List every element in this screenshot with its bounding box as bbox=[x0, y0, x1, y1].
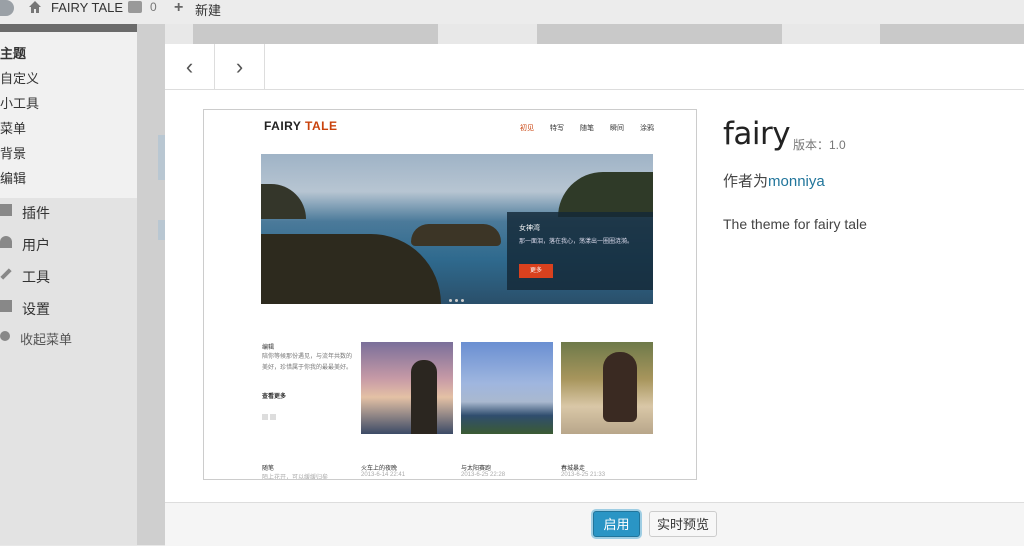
submenu-item-customize[interactable]: 自定义 bbox=[0, 68, 39, 87]
screenshot-nav-item: 初见 bbox=[520, 125, 534, 132]
wordpress-logo-icon[interactable] bbox=[0, 0, 14, 16]
menu-item-tools[interactable]: 工具 bbox=[0, 262, 137, 290]
settings-icon bbox=[0, 300, 12, 312]
next-theme-button[interactable]: › bbox=[215, 44, 265, 89]
submenu-item-editor[interactable]: 编辑 bbox=[0, 168, 26, 187]
submenu-item-widgets[interactable]: 小工具 bbox=[0, 93, 39, 112]
background-theme-grid bbox=[137, 24, 165, 545]
hero-island bbox=[411, 224, 501, 246]
comment-icon[interactable] bbox=[128, 1, 142, 13]
blurb-title: 编辑 bbox=[262, 345, 275, 351]
menu-item-label: 插件 bbox=[22, 205, 50, 221]
users-icon bbox=[0, 236, 12, 248]
blurb-more-link: 查看更多 bbox=[262, 394, 287, 400]
submenu-item-menus[interactable]: 菜单 bbox=[0, 118, 26, 137]
plugin-icon bbox=[0, 204, 12, 216]
menu-item-label: 工具 bbox=[22, 269, 50, 285]
hero-hill bbox=[558, 172, 653, 217]
collapse-menu-label: 收起菜单 bbox=[20, 332, 73, 347]
modal-footer: 启用 实时预览 bbox=[165, 502, 1024, 546]
thumbnail-person bbox=[411, 360, 437, 434]
menu-item-plugins[interactable]: 插件 bbox=[0, 198, 137, 226]
post-meta: 2013-6-14 22:41 bbox=[361, 472, 406, 478]
background-highlight bbox=[158, 135, 165, 180]
menu-active-bar bbox=[0, 24, 137, 32]
screenshot-logo: FAIRY TALE bbox=[264, 119, 338, 133]
site-name-link[interactable]: FAIRY TALE bbox=[51, 0, 123, 15]
hero-more-button: 更多 bbox=[519, 264, 553, 278]
author-prefix: 作者为 bbox=[723, 173, 769, 190]
tools-icon bbox=[0, 268, 12, 280]
background-theme-card bbox=[537, 24, 782, 44]
theme-version: 版本：1.0 bbox=[793, 138, 846, 152]
photo-thumbnail bbox=[561, 342, 653, 434]
plus-icon[interactable]: + bbox=[174, 0, 183, 16]
thumbnail-person bbox=[603, 352, 637, 422]
screenshot-nav-item: 特写 bbox=[550, 125, 564, 132]
activate-button[interactable]: 启用 bbox=[593, 511, 640, 537]
theme-author: 作者为monniya bbox=[723, 170, 825, 191]
menu-item-label: 设置 bbox=[22, 301, 50, 317]
hero-hill bbox=[261, 184, 306, 219]
admin-bar: FAIRY TALE 0 + 新建 bbox=[0, 0, 1024, 24]
menu-item-settings[interactable]: 设置 bbox=[0, 294, 137, 322]
theme-details-modal: ‹ › FAIRY TALE 初见 特写 随笔 瞬间 涂鸦 女神湾 那一面泪，落… bbox=[165, 44, 1024, 546]
post-meta: 2013-6-25 22:28 bbox=[461, 472, 506, 478]
background-theme-card bbox=[880, 24, 1024, 44]
photo-thumbnail bbox=[361, 342, 453, 434]
theme-name: fairy bbox=[723, 116, 791, 152]
menu-item-label: 用户 bbox=[22, 237, 50, 253]
home-icon[interactable] bbox=[28, 0, 42, 14]
theme-screenshot: FAIRY TALE 初见 特写 随笔 瞬间 涂鸦 女神湾 那一面泪，落在我心，… bbox=[203, 109, 697, 480]
post-title: 火车上的夜晚 bbox=[361, 466, 398, 472]
post-meta: 2013-6-25 21:33 bbox=[561, 472, 606, 478]
hero-caption-title: 女神湾 bbox=[519, 225, 540, 232]
post-title: 春城暴走 bbox=[561, 466, 586, 472]
previous-theme-button[interactable]: ‹ bbox=[165, 44, 215, 89]
blurb-text: 陪你等候那份遇见，与流年共数的美好，珍惜属于你我的最最美好。 bbox=[262, 354, 353, 371]
screenshot-nav-item: 瞬间 bbox=[610, 125, 624, 132]
appearance-submenu: 主题 自定义 小工具 菜单 背景 编辑 bbox=[0, 32, 137, 198]
hero-caption-text: 那一面泪，落在我心，荡漾出一圈圈涟漪。 bbox=[519, 239, 634, 245]
submenu-item-themes[interactable]: 主题 bbox=[0, 43, 26, 62]
screenshot-nav-item: 涂鸦 bbox=[640, 125, 654, 132]
author-link[interactable]: monniya bbox=[768, 173, 825, 190]
blurb-pager bbox=[262, 407, 282, 420]
screenshot-hero-image: 女神湾 那一面泪，落在我心，荡漾出一圈圈涟漪。 更多 bbox=[261, 154, 653, 304]
photo-thumbnail bbox=[461, 342, 553, 434]
post-meta: 陌上花开，可以缓缓归矣 bbox=[262, 475, 329, 480]
theme-description: The theme for fairy tale bbox=[723, 216, 867, 232]
post-title: 与太阳赛跑 bbox=[461, 466, 492, 472]
collapse-arrow-icon bbox=[0, 331, 10, 341]
admin-menu: 主题 自定义 小工具 菜单 背景 编辑 插件 用户 工具 设置 收起菜单 bbox=[0, 24, 137, 545]
live-preview-button[interactable]: 实时预览 bbox=[649, 511, 717, 537]
background-theme-card bbox=[193, 24, 438, 44]
post-title: 随笔 bbox=[262, 466, 275, 472]
modal-header: ‹ › bbox=[165, 44, 1024, 90]
comment-count[interactable]: 0 bbox=[150, 0, 157, 14]
slider-dots bbox=[449, 289, 469, 302]
submenu-item-background[interactable]: 背景 bbox=[0, 143, 26, 162]
menu-item-users[interactable]: 用户 bbox=[0, 230, 137, 258]
new-content-link[interactable]: 新建 bbox=[195, 0, 221, 19]
background-highlight bbox=[158, 220, 165, 240]
hero-caption: 女神湾 那一面泪，落在我心，荡漾出一圈圈涟漪。 更多 bbox=[507, 212, 653, 290]
screenshot-nav-item: 随笔 bbox=[580, 125, 594, 132]
